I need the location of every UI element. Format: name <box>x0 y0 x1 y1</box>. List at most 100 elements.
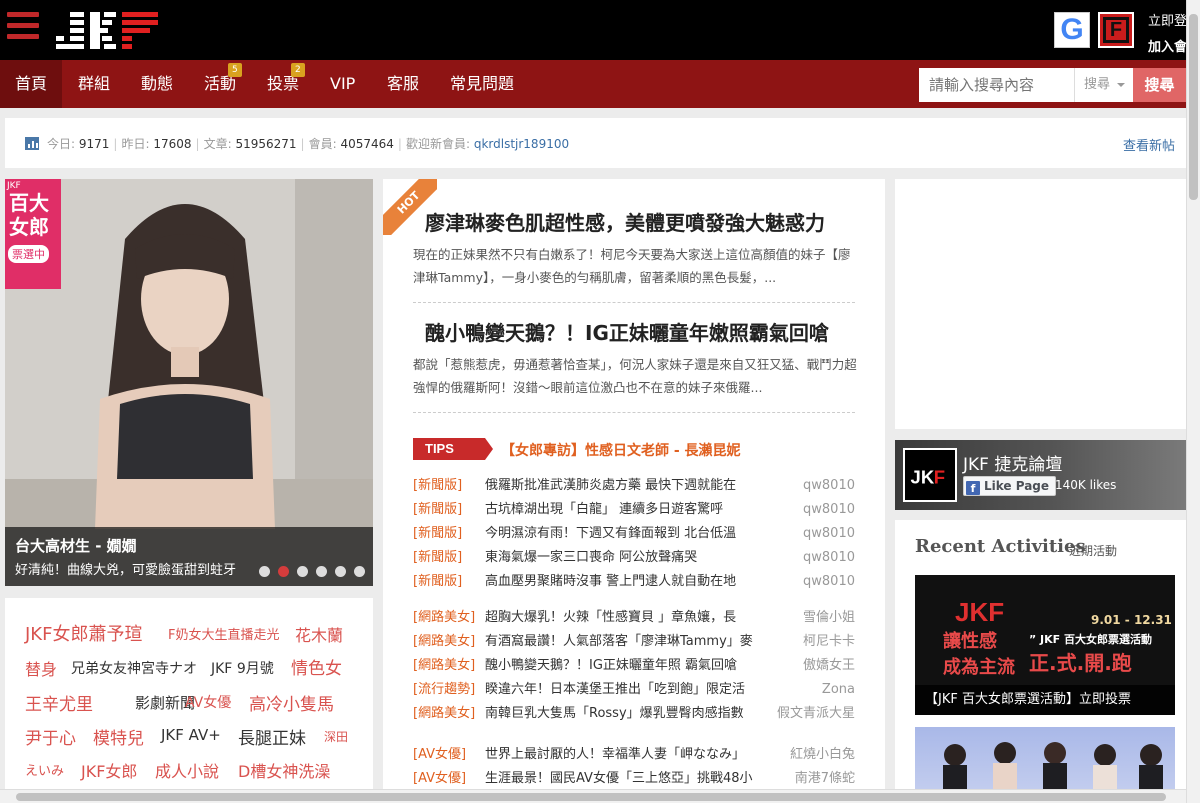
google-login-icon[interactable]: G <box>1054 12 1090 48</box>
news-author[interactable]: qw8010 <box>803 522 855 546</box>
tag-link[interactable]: 王辛尤里 <box>25 690 93 715</box>
tag-link[interactable]: 情色女 <box>291 654 342 679</box>
news-row[interactable]: [網路美女] 有酒窩最讚！人氣部落客「廖津琳Tammy」麥 柯尼卡卡 <box>413 630 855 654</box>
nav-vip[interactable]: VIP <box>330 60 355 108</box>
new-member-link[interactable]: qkrdlstjr189100 <box>474 137 569 151</box>
news-author[interactable]: qw8010 <box>803 498 855 522</box>
nav-groups[interactable]: 群組 <box>78 60 110 108</box>
featured-slider[interactable]: JKF 百大女郎 票選中 台大高材生 - 嫺嫺 好清純！曲線大兇，可愛臉蛋甜到蛀… <box>5 179 373 586</box>
tag-link[interactable]: 深田 <box>324 728 348 745</box>
news-row[interactable]: [新聞版] 今明濕涼有雨！下週又有鋒面報到 北台低溫 qw8010 <box>413 522 855 546</box>
news-title[interactable]: 超胸大爆乳！火辣「性感寶貝 」章魚孃，長 <box>485 606 775 630</box>
tag-link[interactable]: 模特兒 <box>93 724 144 749</box>
news-row[interactable]: [新聞版] 俄羅斯批准武漢肺炎處方藥 最快下週就能在 qw8010 <box>413 474 855 498</box>
news-author[interactable]: 南港7條蛇 <box>795 767 855 791</box>
nav-home[interactable]: 首頁 <box>0 60 62 108</box>
news-author[interactable]: 雪倫小姐 <box>803 606 855 630</box>
news-row[interactable]: [網路美女] 超胸大爆乳！火辣「性感寶貝 」章魚孃，長 雪倫小姐 <box>413 606 855 630</box>
slider-dot[interactable] <box>297 566 308 577</box>
news-category[interactable]: [網路美女] <box>413 654 475 678</box>
tag-link[interactable]: 兄弟女友神宮寺ナオ <box>71 658 197 678</box>
news-title[interactable]: 南韓巨乳大隻馬「Rossy」爆乳豐臀肉感指數 <box>485 702 775 726</box>
news-category[interactable]: [AV女優] <box>413 767 466 791</box>
news-category[interactable]: [網路美女] <box>413 606 475 630</box>
news-row[interactable]: [網路美女] 醜小鴨變天鵝？！IG正妹曬童年照 霸氣回嗆 傲嬌女王 <box>413 654 855 678</box>
search-input[interactable] <box>919 68 1074 102</box>
tag-link[interactable]: えいみ <box>25 760 64 779</box>
tag-link[interactable]: JKF 9月號 <box>211 658 274 678</box>
tag-link[interactable]: JKF女郎蕭予瑄 <box>25 620 142 646</box>
news-category[interactable]: [新聞版] <box>413 522 462 546</box>
horizontal-scroll-thumb[interactable] <box>16 793 1166 801</box>
news-author[interactable]: 柯尼卡卡 <box>803 630 855 654</box>
news-title[interactable]: 俄羅斯批准武漢肺炎處方藥 最快下週就能在 <box>485 474 775 498</box>
vertical-scroll-thumb[interactable] <box>1189 14 1198 200</box>
news-row[interactable]: [AV女優] 世界上最討厭的人！幸福準人妻「岬ななみ」 紅燒小白兔 <box>413 743 855 767</box>
slider-dot-active[interactable] <box>278 566 289 577</box>
news-author[interactable]: 假文青派大星 <box>777 702 855 726</box>
news-title[interactable]: 古坑樟湖出現「白龍」 連續多日遊客驚呼 <box>485 498 775 522</box>
nav-support[interactable]: 客服 <box>387 60 419 108</box>
news-author[interactable]: 傲嬌女王 <box>803 654 855 678</box>
news-author[interactable]: 紅燒小白兔 <box>790 743 855 767</box>
horizontal-scrollbar[interactable] <box>0 789 1186 803</box>
tag-link[interactable]: 替身 <box>25 656 57 680</box>
tag-link[interactable]: 高冷小隻馬 <box>249 690 334 715</box>
news-title[interactable]: 有酒窩最讚！人氣部落客「廖津琳Tammy」麥 <box>485 630 775 654</box>
slider-dot[interactable] <box>316 566 327 577</box>
news-category[interactable]: [新聞版] <box>413 474 462 498</box>
search-button[interactable]: 搜尋 <box>1133 68 1186 102</box>
news-title[interactable]: 睽違六年！日本漢堡王推出「吃到飽」限定活 <box>485 678 775 702</box>
vertical-scrollbar[interactable] <box>1186 0 1200 803</box>
news-row[interactable]: [新聞版] 高血壓男聚賭時沒事 警上門逮人就自動在地 qw8010 <box>413 570 855 594</box>
nav-faq[interactable]: 常見問題 <box>450 60 514 108</box>
fb-like-button[interactable]: f Like Page <box>963 476 1057 496</box>
news-title[interactable]: 世界上最討厭的人！幸福準人妻「岬ななみ」 <box>485 743 775 767</box>
login-link[interactable]: 立即登 <box>1148 10 1187 29</box>
slider-dot[interactable] <box>259 566 270 577</box>
news-author[interactable]: Zona <box>822 678 855 702</box>
slider-dot[interactable] <box>354 566 365 577</box>
tag-link[interactable]: 花木蘭 <box>295 622 343 646</box>
vote-ribbon[interactable]: JKF 百大女郎 票選中 <box>5 179 61 289</box>
slider-dot[interactable] <box>335 566 346 577</box>
news-title[interactable]: 醜小鴨變天鵝？！IG正妹曬童年照 霸氣回嗆 <box>485 654 775 678</box>
article-title[interactable]: 醜小鴨變天鵝？！IG正妹曬童年嫩照霸氣回嗆 <box>425 317 829 346</box>
tips-link[interactable]: 【女郎專訪】性感日文老師 - 長瀨昆妮 <box>501 440 741 460</box>
tag-link[interactable]: 尹于心 <box>25 724 76 749</box>
fb-page-name[interactable]: JKF 捷克論壇 <box>963 450 1062 475</box>
nav-feed[interactable]: 動態 <box>141 60 173 108</box>
tag-link[interactable]: AV女優 <box>185 692 231 712</box>
news-category[interactable]: [流行趨勢] <box>413 678 475 702</box>
activity-banner[interactable]: JKF 9.01 - 12.31 讓性感 ” JKF 百大女郎票選活動 成為主流… <box>915 575 1175 715</box>
activity-caption[interactable]: 【JKF 百大女郎票選活動】立即投票 <box>915 685 1175 715</box>
news-category[interactable]: [網路美女] <box>413 630 475 654</box>
news-category[interactable]: [新聞版] <box>413 546 462 570</box>
tag-link[interactable]: D槽女神洗澡 <box>238 758 330 782</box>
tag-link[interactable]: JKF AV+ <box>161 726 221 744</box>
facebook-page-widget[interactable]: JK F JKF 捷克論壇 f Like Page 140K likes <box>895 440 1186 510</box>
news-author[interactable]: qw8010 <box>803 474 855 498</box>
view-new-posts-link[interactable]: 查看新帖 <box>1123 135 1175 154</box>
tag-link[interactable]: 長腿正妹 <box>238 724 306 749</box>
news-author[interactable]: qw8010 <box>803 570 855 594</box>
news-row[interactable]: [AV女優] 生涯最景！國民AV女優「三上悠亞」挑戰48小 南港7條蛇 <box>413 767 855 791</box>
news-category[interactable]: [AV女優] <box>413 743 466 767</box>
news-category[interactable]: [新聞版] <box>413 498 462 522</box>
news-row[interactable]: [網路美女] 南韓巨乳大隻馬「Rossy」爆乳豐臀肉感指數 假文青派大星 <box>413 702 855 726</box>
search-type-select[interactable]: 搜尋 <box>1074 68 1133 102</box>
news-row[interactable]: [新聞版] 東海氣爆一家三口喪命 阿公放聲痛哭 qw8010 <box>413 546 855 570</box>
news-row[interactable]: [新聞版] 古坑樟湖出現「白龍」 連續多日遊客驚呼 qw8010 <box>413 498 855 522</box>
tag-link[interactable]: JKF女郎 <box>81 758 137 782</box>
slide-caption[interactable]: 台大高材生 - 嫺嫺 好清純！曲線大兇，可愛臉蛋甜到蛀牙 <box>5 527 373 586</box>
news-author[interactable]: qw8010 <box>803 546 855 570</box>
register-link[interactable]: 加入會 <box>1148 36 1187 55</box>
news-category[interactable]: [網路美女] <box>413 702 475 726</box>
news-row[interactable]: [流行趨勢] 睽違六年！日本漢堡王推出「吃到飽」限定活 Zona <box>413 678 855 702</box>
news-title[interactable]: 今明濕涼有雨！下週又有鋒面報到 北台低溫 <box>485 522 775 546</box>
tag-link[interactable]: 成人小說 <box>155 758 219 782</box>
news-category[interactable]: [新聞版] <box>413 570 462 594</box>
article-title[interactable]: 廖津琳麥色肌超性感，美體更噴發強大魅惑力 <box>425 207 825 236</box>
tag-link[interactable]: F奶女大生直播走光 <box>168 624 279 643</box>
jkf-f-login-icon[interactable]: F <box>1098 12 1134 48</box>
